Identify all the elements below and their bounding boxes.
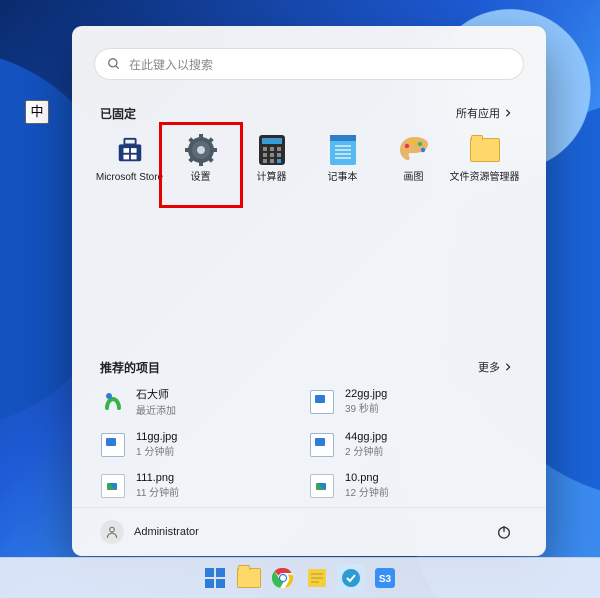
- notepad-icon: [327, 134, 359, 166]
- sticky-notes-icon: [306, 567, 328, 589]
- recommended-label: 推荐的项目: [100, 359, 160, 376]
- recommended-item[interactable]: 44gg.jpg2 分钟前: [309, 431, 518, 458]
- user-name: Administrator: [134, 526, 199, 538]
- pinned-app-calculator[interactable]: 计算器: [236, 128, 307, 208]
- recommended-title: 11gg.jpg: [136, 431, 177, 443]
- chevron-right-icon: [504, 363, 512, 371]
- recommended-grid: 石大师最近添加 22gg.jpg39 秒前 11gg.jpg1 分钟前 44gg…: [100, 386, 518, 499]
- recommended-title: 44gg.jpg: [345, 431, 387, 443]
- image-file-icon: [100, 432, 126, 458]
- pinned-app-microsoft-store[interactable]: Microsoft Store: [94, 128, 165, 208]
- pinned-app-label: 记事本: [328, 172, 358, 183]
- search-placeholder: 在此键入以搜索: [129, 56, 213, 73]
- recommended-subtitle: 2 分钟前: [345, 443, 387, 458]
- pinned-app-label: 计算器: [257, 172, 287, 183]
- image-file-icon: [309, 432, 335, 458]
- taskbar-start-button[interactable]: [201, 564, 229, 592]
- recommended-subtitle: 1 分钟前: [136, 443, 177, 458]
- chrome-icon: [272, 567, 294, 589]
- pinned-app-settings[interactable]: 设置: [165, 128, 236, 208]
- pinned-app-label: Microsoft Store: [96, 172, 163, 183]
- recommended-subtitle: 39 秒前: [345, 400, 387, 415]
- gear-icon: [185, 134, 217, 166]
- taskbar-file-explorer[interactable]: [235, 564, 263, 592]
- s3-icon: S3: [374, 567, 396, 589]
- chevron-right-icon: [504, 109, 512, 117]
- recommended-subtitle: 11 分钟前: [136, 484, 179, 499]
- recommended-item[interactable]: 22gg.jpg39 秒前: [309, 386, 518, 417]
- pinned-app-paint[interactable]: 画图: [378, 128, 449, 208]
- taskbar-notes[interactable]: [303, 564, 331, 592]
- taskbar-chrome[interactable]: [269, 564, 297, 592]
- paint-icon: [398, 134, 430, 166]
- pinned-app-label: 画图: [404, 172, 424, 183]
- recommended-item[interactable]: 10.png12 分钟前: [309, 472, 518, 499]
- user-account-button[interactable]: Administrator: [100, 520, 199, 544]
- all-apps-button[interactable]: 所有应用: [450, 104, 518, 122]
- svg-text:S3: S3: [379, 574, 392, 585]
- avatar-icon: [100, 520, 124, 544]
- ime-indicator[interactable]: 中: [25, 100, 49, 124]
- pinned-app-label: 文件资源管理器: [450, 172, 520, 183]
- pinned-app-label: 设置: [191, 172, 211, 183]
- recommended-title: 石大师: [136, 386, 176, 402]
- recommended-subtitle: 12 分钟前: [345, 484, 389, 499]
- power-button[interactable]: [490, 518, 518, 546]
- power-icon: [496, 524, 512, 540]
- calculator-icon: [256, 134, 288, 166]
- pinned-app-notepad[interactable]: 记事本: [307, 128, 378, 208]
- taskbar-app-blue[interactable]: [337, 564, 365, 592]
- recommended-title: 111.png: [136, 472, 179, 484]
- recommended-item[interactable]: 11gg.jpg1 分钟前: [100, 431, 309, 458]
- app-icon: [100, 389, 126, 415]
- recommended-item[interactable]: 111.png11 分钟前: [100, 472, 309, 499]
- recommended-section-header: 推荐的项目 更多: [100, 358, 518, 376]
- start-menu-footer: Administrator: [72, 507, 546, 556]
- png-file-icon: [100, 473, 126, 499]
- image-file-icon: [309, 389, 335, 415]
- search-icon: [107, 57, 121, 71]
- taskbar: S3: [0, 557, 600, 598]
- pinned-apps-grid: Microsoft Store 设置 计算器 记事本: [94, 128, 524, 208]
- recommended-title: 10.png: [345, 472, 389, 484]
- folder-icon: [237, 568, 261, 588]
- more-label: 更多: [478, 359, 500, 375]
- png-file-icon: [309, 473, 335, 499]
- recommended-subtitle: 最近添加: [136, 402, 176, 417]
- more-button[interactable]: 更多: [472, 358, 518, 376]
- all-apps-label: 所有应用: [456, 105, 500, 121]
- start-menu: 在此键入以搜索 已固定 所有应用 Microsoft Store 设置: [72, 26, 546, 556]
- pinned-app-file-explorer[interactable]: 文件资源管理器: [449, 128, 520, 208]
- recommended-title: 22gg.jpg: [345, 388, 387, 400]
- store-icon: [114, 134, 146, 166]
- circle-app-icon: [340, 567, 362, 589]
- search-box[interactable]: 在此键入以搜索: [94, 48, 524, 80]
- recommended-item[interactable]: 石大师最近添加: [100, 386, 309, 417]
- folder-icon: [469, 134, 501, 166]
- taskbar-app-s3[interactable]: S3: [371, 564, 399, 592]
- windows-icon: [204, 567, 226, 589]
- pinned-section-header: 已固定 所有应用: [100, 104, 518, 122]
- pinned-label: 已固定: [100, 105, 136, 122]
